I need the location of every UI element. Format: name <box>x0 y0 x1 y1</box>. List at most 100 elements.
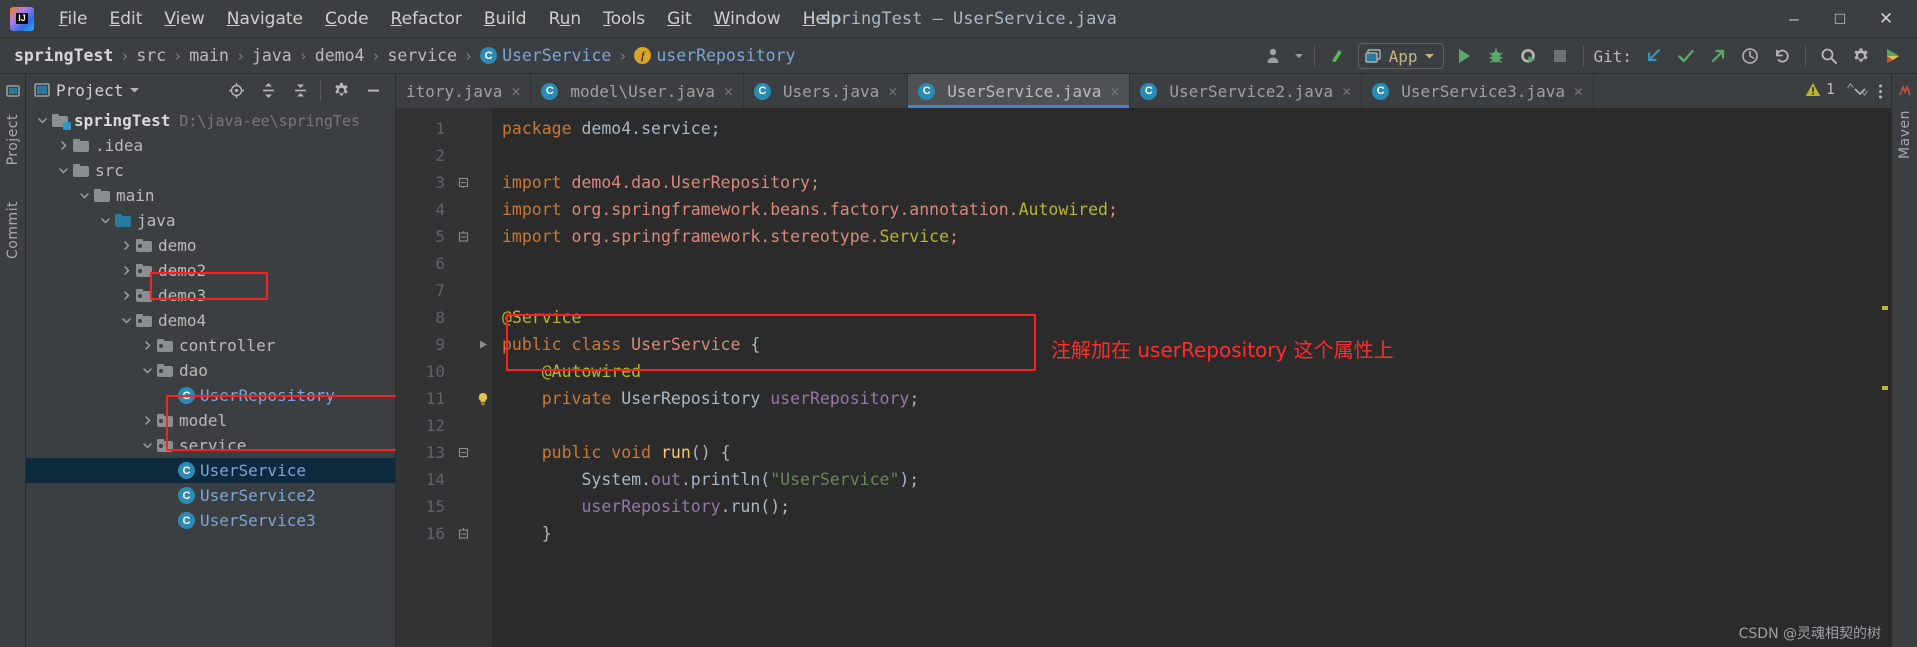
code-fold-icon[interactable] <box>452 439 474 466</box>
twisty-collapsed-icon[interactable] <box>120 264 133 277</box>
close-tab-icon[interactable]: ✕ <box>724 82 733 100</box>
close-tab-icon[interactable]: ✕ <box>1574 82 1583 100</box>
breadcrumb-item-userrepository[interactable]: f userRepository <box>634 46 795 65</box>
expand-all-icon[interactable] <box>252 75 284 105</box>
user-avatar-icon[interactable] <box>1259 41 1291 71</box>
tree-node-demo3[interactable]: demo3 <box>26 283 395 308</box>
close-button[interactable]: ✕ <box>1863 0 1909 38</box>
git-rollback-icon[interactable] <box>1766 41 1798 71</box>
twisty-collapsed-icon[interactable] <box>57 139 70 152</box>
twisty-expanded-icon[interactable] <box>78 189 91 202</box>
close-tab-icon[interactable]: ✕ <box>888 82 897 100</box>
menu-item-build[interactable]: Build <box>473 6 538 32</box>
tree-node-idea[interactable]: .idea <box>26 133 395 158</box>
menu-item-code[interactable]: Code <box>314 6 380 32</box>
code-line[interactable]: System.out.println("UserService"); <box>502 466 1877 493</box>
editor-tab-userservicejava[interactable]: C UserService.java ✕ <box>908 74 1131 108</box>
locate-icon[interactable] <box>220 75 252 105</box>
close-tab-icon[interactable]: ✕ <box>511 82 520 100</box>
menu-item-git[interactable]: Git <box>656 6 703 32</box>
run-icon[interactable] <box>1448 41 1480 71</box>
twisty-collapsed-icon[interactable] <box>120 239 133 252</box>
code-line[interactable]: import org.springframework.beans.factory… <box>502 196 1877 223</box>
code-line[interactable] <box>502 412 1877 439</box>
git-update-icon[interactable] <box>1638 41 1670 71</box>
tree-node-src[interactable]: src <box>26 158 395 183</box>
settings-gear-icon[interactable] <box>325 75 357 105</box>
editor-scrollbar-rail[interactable] <box>1877 108 1891 647</box>
breadcrumb-item-demo4[interactable]: demo4 <box>315 46 365 65</box>
editor-marker-gutter[interactable] <box>474 108 492 647</box>
code-folding-gutter[interactable] <box>452 108 474 647</box>
breadcrumb-item-java[interactable]: java <box>252 46 292 65</box>
project-window-icon[interactable] <box>4 82 22 100</box>
more-options-icon[interactable] <box>1878 83 1883 100</box>
code-line[interactable]: @Service <box>502 304 1877 331</box>
tree-node-userrepository[interactable]: C UserRepository <box>26 383 395 408</box>
menu-item-refactor[interactable]: Refactor <box>380 6 473 32</box>
twisty-expanded-icon[interactable] <box>141 364 154 377</box>
twisty-collapsed-icon[interactable] <box>120 289 133 302</box>
sidebar-item-project[interactable]: Project <box>5 110 21 169</box>
tree-node-dao[interactable]: dao <box>26 358 395 383</box>
code-editor[interactable]: 1 2 3 4 5 6 7 8 9 10 11 12 13 14 15 16 package demo4.se… <box>396 108 1891 647</box>
search-everywhere-icon[interactable] <box>1813 41 1845 71</box>
menu-item-edit[interactable]: Edit <box>98 6 153 32</box>
breadcrumb-item-main[interactable]: main <box>189 46 229 65</box>
inspection-status-widget[interactable]: 1 ⌃ ⌄ <box>1805 80 1869 98</box>
tree-node-demo2[interactable]: demo2 <box>26 258 395 283</box>
editor-tab-userservice3java[interactable]: C UserService3.java ✕ <box>1362 74 1594 108</box>
twisty-expanded-icon[interactable] <box>141 439 154 452</box>
git-history-icon[interactable] <box>1734 41 1766 71</box>
code-line[interactable]: } <box>502 520 1877 547</box>
next-problem-button[interactable]: ⌄ <box>1860 80 1869 98</box>
code-line[interactable] <box>502 277 1877 304</box>
maven-icon[interactable] <box>1896 82 1914 100</box>
collapse-all-icon[interactable] <box>284 75 316 105</box>
debug-icon[interactable] <box>1480 41 1512 71</box>
editor-tab-itoryjava[interactable]: itory.java ✕ <box>396 74 532 108</box>
code-line[interactable]: userRepository.run(); <box>502 493 1877 520</box>
twisty-collapsed-icon[interactable] <box>141 339 154 352</box>
code-line[interactable]: private UserRepository userRepository; <box>502 385 1877 412</box>
tree-node-demo[interactable]: demo <box>26 233 395 258</box>
maximize-button[interactable]: □ <box>1817 0 1863 38</box>
editor-tab-usersjava[interactable]: C Users.java ✕ <box>744 74 909 108</box>
editor-tab-modeluserjava[interactable]: Cmodel\User.java ✕ <box>531 74 744 108</box>
code-line[interactable]: import demo4.dao.UserRepository; <box>502 169 1877 196</box>
tree-node-springtest[interactable]: springTest D:\java-ee\springTes <box>26 108 395 133</box>
code-line[interactable] <box>502 250 1877 277</box>
tree-node-userservice3[interactable]: C UserService3 <box>26 508 395 533</box>
close-tab-icon[interactable]: ✕ <box>1342 82 1351 100</box>
project-tree[interactable]: springTest D:\java-ee\springTes .idea src ma… <box>26 106 395 647</box>
menu-item-navigate[interactable]: Navigate <box>216 6 314 32</box>
menu-item-file[interactable]: File <box>48 6 98 32</box>
sidebar-item-commit[interactable]: Commit <box>5 197 21 263</box>
breadcrumb-item-userservice[interactable]: C UserService <box>480 46 611 65</box>
chevron-down-icon[interactable] <box>129 86 140 94</box>
code-line[interactable]: import org.springframework.stereotype.Se… <box>502 223 1877 250</box>
code-fold-icon[interactable] <box>452 169 474 196</box>
menu-item-view[interactable]: View <box>153 6 215 32</box>
close-tab-icon[interactable]: ✕ <box>1110 82 1119 100</box>
chevron-down-icon[interactable] <box>1291 41 1307 71</box>
run-configuration-selector[interactable]: App <box>1357 43 1445 69</box>
tree-node-demo4[interactable]: demo4 <box>26 308 395 333</box>
code-fold-icon[interactable] <box>452 223 474 250</box>
tree-node-service[interactable]: service <box>26 433 395 458</box>
ide-assistant-icon[interactable] <box>1877 41 1909 71</box>
menu-item-tools[interactable]: Tools <box>592 6 656 32</box>
code-line[interactable]: package demo4.service; <box>502 115 1877 142</box>
run-coverage-icon[interactable] <box>1512 41 1544 71</box>
menu-item-window[interactable]: Window <box>703 6 792 32</box>
twisty-expanded-icon[interactable] <box>57 164 70 177</box>
git-push-icon[interactable] <box>1702 41 1734 71</box>
twisty-collapsed-icon[interactable] <box>141 414 154 427</box>
twisty-expanded-icon[interactable] <box>99 214 112 227</box>
minimize-button[interactable]: – <box>1771 0 1817 38</box>
update-project-icon[interactable] <box>1322 41 1354 71</box>
warning-marker[interactable] <box>1882 306 1888 310</box>
code-line[interactable] <box>502 142 1877 169</box>
tree-node-model[interactable]: model <box>26 408 395 433</box>
code-line[interactable]: public void run() { <box>502 439 1877 466</box>
